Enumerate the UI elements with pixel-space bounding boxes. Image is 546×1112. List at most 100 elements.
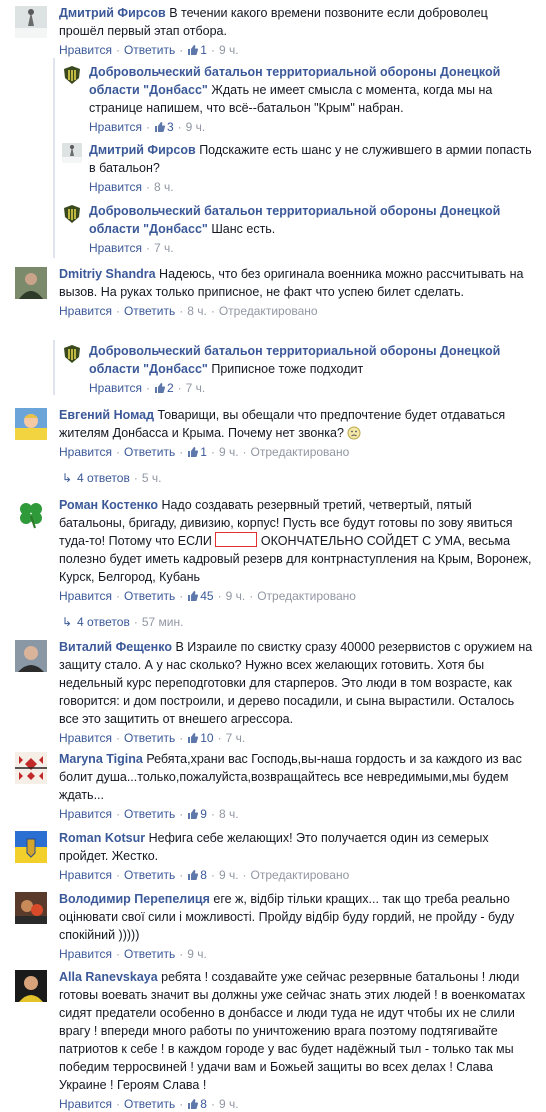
reply-link[interactable]: Ответить [124, 445, 175, 459]
comment-author[interactable]: Maryna Tigina [59, 752, 143, 766]
avatar[interactable] [15, 892, 47, 924]
comment-author[interactable]: Роман Костенко [59, 498, 158, 512]
avatar[interactable] [62, 65, 82, 85]
thumbs-up-icon [188, 1099, 199, 1109]
reply-link[interactable]: Ответить [124, 868, 175, 882]
comment-actions: Нравится · Ответить · 45 · 9 ч. · Отредактирован… [59, 589, 356, 603]
reply-thread-line [53, 58, 55, 258]
comment-actions: Нравится · 2 · 7 ч. [89, 381, 206, 395]
timestamp[interactable]: 7 ч. [226, 731, 246, 745]
comment-actions: Нравится · Ответить · 10 · 7 ч. [59, 731, 246, 745]
timestamp[interactable]: 7 ч. [154, 241, 174, 255]
timestamp[interactable]: 8 ч. [187, 304, 207, 318]
avatar-photo-icon [15, 6, 47, 38]
reply-arrow-icon: ↳ [61, 471, 73, 485]
like-link[interactable]: Нравится [89, 381, 142, 395]
timestamp[interactable]: 9 ч. [187, 947, 207, 961]
like-link[interactable]: Нравится [59, 947, 112, 961]
timestamp[interactable]: 9 ч. [219, 445, 239, 459]
reply-link[interactable]: Ответить [124, 947, 175, 961]
comment-author[interactable]: Roman Kotsur [59, 831, 145, 845]
timestamp[interactable]: 8 ч. [154, 180, 174, 194]
like-count[interactable]: 3 [154, 120, 174, 134]
avatar[interactable] [15, 6, 47, 38]
like-link[interactable]: Нравится [89, 180, 142, 194]
replies-link[interactable]: 4 ответов [77, 471, 130, 485]
comment-actions: Нравится · Ответить · 8 ч. · Отредактировано [59, 304, 318, 318]
timestamp[interactable]: 8 ч. [219, 807, 239, 821]
thumbs-up-icon [188, 591, 199, 601]
view-replies[interactable]: ↳ 4 ответов · 5 ч. [57, 470, 536, 486]
like-link[interactable]: Нравится [59, 807, 112, 821]
like-link[interactable]: Нравится [59, 731, 112, 745]
comment-actions: Нравится · Ответить · 9 · 8 ч. [59, 807, 239, 821]
avatar-photo-icon [15, 640, 47, 672]
timestamp[interactable]: 7 ч. [186, 381, 206, 395]
avatar-photo-icon [15, 267, 47, 299]
avatar[interactable] [15, 970, 47, 1002]
edited-label[interactable]: Отредактировано [219, 304, 318, 318]
comment-actions: Нравится · 7 ч. [89, 241, 174, 255]
reply-link[interactable]: Ответить [124, 731, 175, 745]
like-link[interactable]: Нравится [89, 241, 142, 255]
like-count[interactable]: 1 [187, 43, 207, 57]
edited-label[interactable]: Отредактировано [257, 589, 356, 603]
reply-link[interactable]: Ответить [124, 807, 175, 821]
replies-link[interactable]: 4 ответов [77, 615, 130, 629]
avatar[interactable] [62, 344, 82, 364]
edited-label[interactable]: Отредактировано [251, 868, 350, 882]
timestamp[interactable]: 9 ч. [186, 120, 206, 134]
comment-actions: Нравится · 8 ч. [89, 180, 174, 194]
timestamp: 5 ч. [141, 471, 162, 485]
like-link[interactable]: Нравится [59, 304, 112, 318]
edited-label[interactable]: Отредактировано [251, 445, 350, 459]
like-link[interactable]: Нравится [59, 868, 112, 882]
comment-author[interactable]: Володимир Перепелиця [59, 892, 210, 906]
like-link[interactable]: Нравится [59, 43, 112, 57]
avatar[interactable] [15, 267, 47, 299]
avatar-photo-icon [62, 143, 82, 163]
avatar[interactable] [15, 408, 47, 440]
comment-text: ребята ! создавайте уже сейчас резервные… [59, 970, 526, 1092]
battalion-shield-icon [62, 65, 82, 85]
like-count[interactable]: 1 [187, 445, 207, 459]
reply-thread-line [53, 340, 55, 395]
timestamp[interactable]: 9 ч. [219, 43, 239, 57]
like-link[interactable]: Нравится [59, 589, 112, 603]
reply-link[interactable]: Ответить [124, 43, 175, 57]
battalion-shield-icon [62, 204, 82, 224]
comment-author[interactable]: Dmitriy Shandra [59, 267, 156, 281]
avatar[interactable] [62, 204, 82, 224]
sad-smiley-icon [347, 426, 361, 440]
timestamp[interactable]: 9 ч. [226, 589, 246, 603]
like-link[interactable]: Нравится [59, 445, 112, 459]
comment-author[interactable]: Alla Ranevskaya [59, 970, 158, 984]
comment-author[interactable]: Виталий Фещенко [59, 640, 172, 654]
thumbs-up-icon [188, 447, 199, 457]
thumbs-up-icon [154, 383, 165, 393]
comment-author[interactable]: Дмитрий Фирсов [59, 6, 166, 20]
avatar[interactable] [62, 143, 82, 163]
view-replies[interactable]: ↳ 4 ответов · 57 мин. [57, 614, 536, 630]
avatar[interactable] [15, 752, 47, 784]
like-count[interactable]: 2 [154, 381, 174, 395]
avatar-photo-icon [15, 892, 47, 924]
avatar[interactable] [15, 831, 47, 863]
thumbs-up-icon [188, 45, 199, 55]
like-count[interactable]: 9 [187, 807, 207, 821]
comment-author[interactable]: Добровольческий батальон территориальной… [89, 204, 500, 236]
like-count[interactable]: 8 [187, 868, 207, 882]
comment-author[interactable]: Дмитрий Фирсов [89, 143, 196, 157]
like-count[interactable]: 45 [187, 589, 214, 603]
reply-link[interactable]: Ответить [124, 304, 175, 318]
like-count[interactable]: 10 [187, 731, 214, 745]
avatar[interactable] [15, 640, 47, 672]
comment-author[interactable]: Евгений Номад [59, 408, 154, 422]
timestamp[interactable]: 9 ч. [219, 868, 239, 882]
reply-link[interactable]: Ответить [124, 589, 175, 603]
thumbs-up-icon [188, 809, 199, 819]
avatar-photo-icon [15, 970, 47, 1002]
like-link[interactable]: Нравится [89, 120, 142, 134]
avatar[interactable] [15, 498, 47, 530]
thumbs-up-icon [188, 870, 199, 880]
